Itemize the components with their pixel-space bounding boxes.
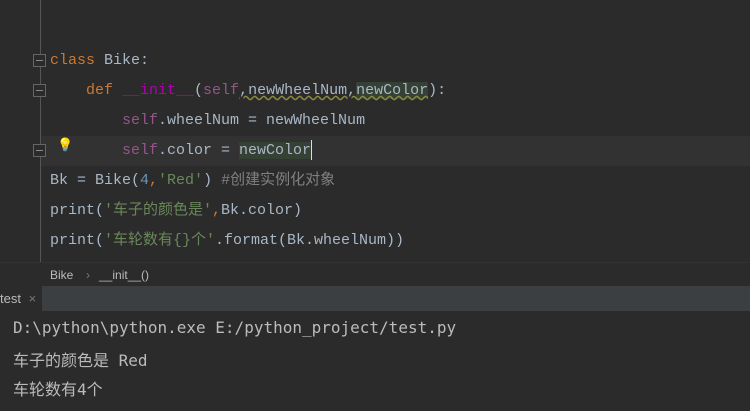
code-line[interactable]: Bk = Bike(4,'Red') #创建实例化对象 — [50, 166, 335, 196]
code-token: __init__ — [122, 82, 195, 99]
code-line[interactable]: print('车轮数有{}个'.format(Bk.wheelNum)) — [50, 226, 404, 256]
code-token: self — [122, 142, 159, 159]
breadcrumb: Bike › __init__() — [0, 262, 750, 287]
text-caret — [311, 140, 313, 161]
code-token: ,newWheelNum, — [239, 82, 357, 99]
code-token: '车子的颜色是' — [104, 202, 213, 219]
code-line[interactable]: def __init__(self,newWheelNum,newColor): — [50, 76, 446, 106]
code-token: newColor — [356, 82, 429, 99]
run-console[interactable]: D:\python\python.exe E:/python_project/t… — [0, 311, 750, 411]
code-line[interactable]: class Bike: — [50, 46, 149, 76]
breadcrumb-item-method[interactable]: __init__() — [99, 263, 149, 287]
gutter-divider — [40, 0, 41, 262]
code-line[interactable]: self.wheelNum = newWheelNum — [50, 106, 365, 136]
code-line[interactable]: print('车子的颜色是',Bk.color) — [50, 196, 302, 226]
code-token: .format(Bk.wheelNum)) — [215, 232, 405, 249]
console-line: 车子的颜色是 Red — [13, 351, 148, 370]
console-line: D:\python\python.exe E:/python_project/t… — [13, 318, 457, 337]
fold-end-icon[interactable] — [33, 144, 46, 157]
code-token: #创建实例化对象 — [221, 172, 336, 189]
close-icon[interactable]: × — [29, 291, 37, 306]
code-token: .wheelNum = newWheelNum — [158, 112, 366, 129]
breadcrumb-item-class[interactable]: Bike — [50, 263, 73, 287]
tab-test[interactable]: test × — [0, 286, 42, 311]
code-token: class — [50, 52, 105, 69]
code-token: Bk = Bike( — [50, 172, 141, 189]
code-token: 4 — [140, 172, 150, 189]
code-token: '车轮数有{}个' — [104, 232, 216, 249]
code-token: print( — [50, 232, 105, 249]
code-token: Bk.color) — [221, 202, 303, 219]
code-token: .color = — [158, 142, 240, 159]
code-token: self — [122, 112, 159, 129]
code-token: Bike: — [104, 52, 150, 69]
code-token: ) — [203, 172, 222, 189]
code-line[interactable]: self.color = newColor — [50, 136, 313, 166]
code-editor[interactable]: 💡 class Bike: def __init__(self,newWheel… — [0, 0, 750, 262]
code-token: def — [50, 82, 123, 99]
run-tab-bar: test × — [0, 286, 750, 311]
code-token: newColor — [239, 142, 312, 159]
code-token: ): — [428, 82, 447, 99]
code-token: , — [212, 202, 222, 219]
code-token: print( — [50, 202, 105, 219]
code-token: self — [203, 82, 240, 99]
tab-label: test — [0, 291, 21, 306]
code-token: , — [149, 172, 159, 189]
breadcrumb-separator: › — [86, 268, 90, 282]
code-token: ( — [194, 82, 204, 99]
code-token: 'Red' — [158, 172, 204, 189]
fold-class-icon[interactable] — [33, 54, 46, 67]
console-line: 车轮数有4个 — [13, 380, 103, 399]
fold-def-icon[interactable] — [33, 84, 46, 97]
